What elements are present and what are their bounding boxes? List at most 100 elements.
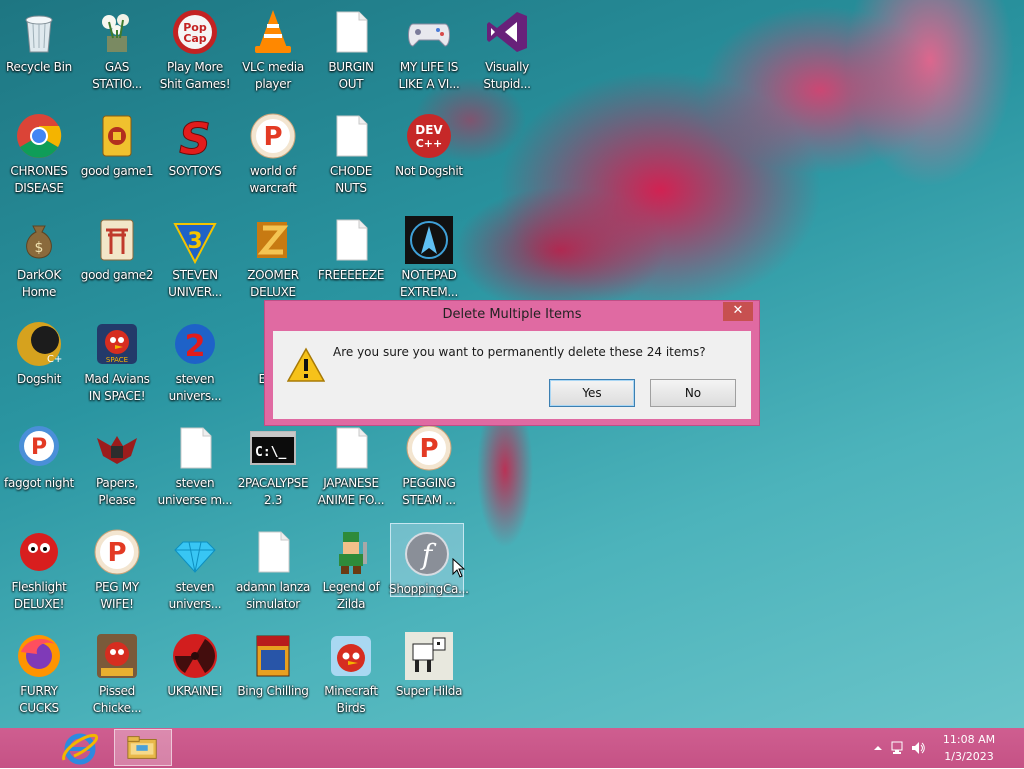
icon-label: Minecraft Birds xyxy=(324,684,378,715)
blank-file-icon xyxy=(171,424,219,472)
recycle-bin-icon xyxy=(15,8,63,56)
p-bubble-icon: P xyxy=(15,424,63,472)
vlc-cone-icon xyxy=(249,8,297,56)
desktop-icon-bing-chilling[interactable]: Bing Chilling xyxy=(237,626,309,716)
close-button[interactable]: ✕ xyxy=(723,302,753,321)
desktop-icon-recycle-bin[interactable]: Recycle Bin xyxy=(3,2,75,92)
pixel-hero-icon xyxy=(327,528,375,576)
desktop-icon-minecraft-birds[interactable]: Minecraft Birds xyxy=(315,626,387,716)
mahjong-gate-icon xyxy=(93,216,141,264)
desktop-icon-steven-universe-2[interactable]: 2 steven univers... xyxy=(159,314,231,404)
desktop-icon-mad-avians[interactable]: SPACE Mad Avians IN SPACE! xyxy=(81,314,153,404)
desktop-icon-japanese-anime[interactable]: JAPANESE ANIME FO... xyxy=(315,418,387,508)
volume-icon[interactable] xyxy=(910,740,926,756)
delete-confirm-dialog: Delete Multiple Items ✕ Are you sure you… xyxy=(264,300,760,426)
icon-label: ShoppingCa... xyxy=(389,582,469,596)
desktop-icon-burgin-out[interactable]: BURGIN OUT xyxy=(315,2,387,92)
svg-text:DEV: DEV xyxy=(415,123,443,137)
svg-text:Cap: Cap xyxy=(183,32,206,45)
desktop-icon-steven-universe-gem[interactable]: steven univers... xyxy=(159,522,231,612)
icon-label: STEVEN UNIVER... xyxy=(168,268,222,299)
icon-label: Dogshit xyxy=(17,372,61,386)
icon-label: steven univers... xyxy=(168,372,222,403)
show-hidden-icons-icon[interactable] xyxy=(870,740,886,756)
icon-label: good game1 xyxy=(80,164,154,178)
desktop-icon-darkok[interactable]: $ DarkOK Home xyxy=(3,210,75,300)
desktop-icon-super-hilda[interactable]: Super Hilda xyxy=(393,626,465,716)
desktop-icon-good-game1[interactable]: good game1 xyxy=(80,106,154,196)
icon-label: BURGIN OUT xyxy=(328,60,374,91)
desktop-icon-ukraine[interactable]: UKRAINE! xyxy=(159,626,231,716)
money-bag-icon: $ xyxy=(15,216,63,264)
desktop-icon-pissed-chicken[interactable]: Pissed Chicke... xyxy=(81,626,153,716)
desktop-icon-popcap[interactable]: Pop Cap Play More Shit Games! xyxy=(159,2,231,92)
ie-icon[interactable] xyxy=(60,730,100,766)
p-badge-icon: P xyxy=(405,424,453,472)
desktop-icon-world-of-warcraft[interactable]: P world of warcraft xyxy=(237,106,309,196)
desktop-icon-zoomer-deluxe[interactable]: ZOOMER DELUXE xyxy=(237,210,309,300)
icon-label: PEG MY WIFE! xyxy=(95,580,139,611)
icon-label: Super Hilda xyxy=(395,684,463,698)
desktop-icon-freeeeeze[interactable]: FREEEEEZE xyxy=(315,210,387,300)
p-badge-icon: P xyxy=(249,112,297,160)
icon-label: Pissed Chicke... xyxy=(92,684,142,715)
desktop-icon-soytoys[interactable]: S SOYTOYS xyxy=(159,106,231,196)
box-art-icon xyxy=(249,632,297,680)
icon-label: MY LIFE IS LIKE A VI... xyxy=(398,60,460,91)
gamepad-icon xyxy=(405,8,453,56)
icon-label: DarkOK Home xyxy=(17,268,61,299)
svg-text:P: P xyxy=(107,538,126,568)
icon-label: Mad Avians IN SPACE! xyxy=(84,372,150,403)
desktop-icon-peg-my-wife[interactable]: P PEG MY WIFE! xyxy=(81,522,153,612)
desktop-icon-my-life-is-like[interactable]: MY LIFE IS LIKE A VI... xyxy=(393,2,465,92)
desktop-icon-steven-universe-3[interactable]: 3 STEVEN UNIVER... xyxy=(159,210,231,300)
desktop-icon-gas-station[interactable]: GAS STATIO... xyxy=(81,2,153,92)
desktop-icon-papers-please[interactable]: Papers, Please xyxy=(81,418,153,508)
desktop-icon-adamn-lanza[interactable]: adamn lanza simulator xyxy=(236,522,310,612)
pixel-dog-icon xyxy=(405,632,453,680)
icon-label: CHODE NUTS xyxy=(329,164,373,195)
clock-date[interactable]: 1/3/2023 xyxy=(934,750,1004,763)
desktop-icon-legend-of-zilda[interactable]: Legend of Zilda xyxy=(315,522,387,612)
desktop-icon-chrome[interactable]: CHRONES DISEASE xyxy=(3,106,75,196)
blank-file-icon xyxy=(327,112,375,160)
desktop-icon-steven-universe-m[interactable]: steven universe m... xyxy=(158,418,233,508)
svg-text:SPACE: SPACE xyxy=(106,356,128,364)
zoomer-icon xyxy=(249,216,297,264)
icon-label: Not Dogshit xyxy=(395,164,463,178)
desktop-icon-pegging-steam[interactable]: P PEGGING STEAM ... xyxy=(393,418,465,508)
red-creature-icon xyxy=(15,528,63,576)
icon-label: JAPANESE ANIME FO... xyxy=(317,476,385,507)
clock-time[interactable]: 11:08 AM xyxy=(934,733,1004,746)
network-icon[interactable] xyxy=(890,740,906,756)
dialog-message: Are you sure you want to permanently del… xyxy=(333,345,706,359)
icon-label: Fleshlight DELUXE! xyxy=(11,580,67,611)
mouse-cursor-icon xyxy=(452,558,466,578)
icon-label: VLC media player xyxy=(242,60,304,91)
icon-label: 2PACALYPSE 2.3 xyxy=(237,476,309,507)
icon-label: Play More Shit Games! xyxy=(159,60,231,91)
svg-text:C:\_: C:\_ xyxy=(255,445,286,460)
desktop-icon-notepad-extreme[interactable]: NOTEPAD EXTREM... xyxy=(393,210,465,300)
desktop-icon-fleshlight[interactable]: Fleshlight DELUXE! xyxy=(3,522,75,612)
desktop-icon-vlc[interactable]: VLC media player xyxy=(237,2,309,92)
svg-text:C++: C++ xyxy=(47,354,63,365)
icon-label: world of warcraft xyxy=(249,164,297,195)
file-explorer-glyph xyxy=(127,736,157,759)
desktop-icon-good-game2[interactable]: good game2 xyxy=(80,210,154,300)
icon-label: good game2 xyxy=(80,268,154,282)
yes-button[interactable]: Yes xyxy=(549,379,635,407)
icon-label: Legend of Zilda xyxy=(322,580,380,611)
desktop-icon-firefox[interactable]: FURRY CUCKS xyxy=(3,626,75,716)
number-3-icon: 3 xyxy=(171,216,219,264)
desktop-icon-dogshit[interactable]: C++ Dogshit xyxy=(3,314,75,404)
desktop-icon-2pacalypse[interactable]: C:\_ 2PACALYPSE 2.3 xyxy=(237,418,309,508)
blank-file-icon xyxy=(249,528,297,576)
no-button[interactable]: No xyxy=(650,379,736,407)
desktop-icon-chode-nuts[interactable]: CHODE NUTS xyxy=(315,106,387,196)
folder-icon[interactable] xyxy=(114,729,172,766)
desktop-icon-faggot-night[interactable]: P faggot night xyxy=(3,418,75,508)
desktop-icon-not-dogshit[interactable]: DEV C++ Not Dogshit xyxy=(393,106,465,196)
icon-label: Visually Stupid... xyxy=(483,60,531,91)
desktop-icon-visual-studio[interactable]: Visually Stupid... xyxy=(471,2,543,92)
